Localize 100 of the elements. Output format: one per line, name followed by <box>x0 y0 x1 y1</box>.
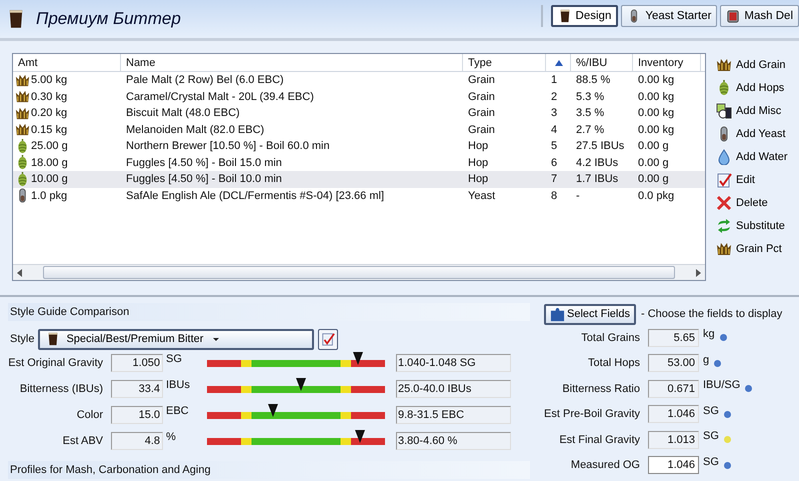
value-field: 33.4 <box>111 380 163 398</box>
range-field: 25.0-40.0 IBUs <box>396 380 511 398</box>
unit-label: SG <box>702 456 719 468</box>
ingredient-row[interactable]: 5.00 kg Pale Malt (2 Row) Bel (6.0 EBC) Grain 1 88.5 % 0.00 kg <box>13 72 705 88</box>
beer-glass-icon <box>558 9 572 23</box>
stat-label: Bitterness Ratio <box>561 382 641 395</box>
value-field: 4.8 <box>111 432 163 450</box>
ingredient-row[interactable]: 18.00 g Fuggles [4.50 %] - Boil 15.0 min Hop 6 4.2 IBUs 0.00 g <box>13 154 705 171</box>
value-field: 5.65 <box>648 328 699 347</box>
table-cell: 0.00 kg <box>638 124 674 136</box>
column-header[interactable]: %/IBU <box>571 54 633 71</box>
action-link[interactable]: Add Misc <box>714 101 790 121</box>
checklist-icon <box>716 172 732 188</box>
wheat-icon <box>15 89 30 104</box>
table-cell: 0.15 kg <box>31 124 68 136</box>
table-cell: 18.00 g <box>31 156 68 169</box>
table-cell: 5.00 kg <box>31 74 68 86</box>
action-link[interactable]: Add Hops <box>714 78 790 98</box>
action-link[interactable]: Add Grain <box>714 55 790 75</box>
table-cell: Fuggles [4.50 %] - Boil 15.0 min <box>126 156 282 169</box>
sort-icon <box>555 60 563 66</box>
table-cell: Fuggles [4.50 %] - Boil 10.0 min <box>126 173 282 186</box>
table-cell: 8 <box>551 190 558 202</box>
table-cell: Biscuit Malt (48.0 EBC) <box>126 107 240 120</box>
input-field[interactable]: 1.046 <box>648 456 699 474</box>
table-cell: 7 <box>551 173 558 186</box>
table-cell: 1 <box>551 74 558 86</box>
table-cell: 25.00 g <box>31 140 68 152</box>
table-cell: 5 <box>551 140 558 152</box>
ingredient-row[interactable]: 0.30 kg Caramel/Crystal Malt - 20L (39.4 EBC) Grain 2 5.3 % 0.00 kg <box>13 88 705 105</box>
stat-label: Est Final Gravity <box>558 434 641 446</box>
unit-label: g <box>702 354 710 366</box>
gauge-label: Est Original Gravity <box>8 357 104 369</box>
wheat-icon <box>716 241 732 257</box>
table-cell: 0.20 kg <box>31 107 68 120</box>
gauge-label: Bitterness (IBUs) <box>18 383 104 395</box>
swap-arrows-icon <box>716 218 732 234</box>
gauge-label: Color <box>76 409 104 421</box>
column-header[interactable]: Type <box>463 54 546 71</box>
section-header: Profiles for Mash, Carbonation and Aging <box>8 461 530 479</box>
action-link[interactable]: Substitute <box>714 216 790 236</box>
action-link[interactable]: Add Water <box>714 147 790 167</box>
wheat-icon <box>15 72 30 88</box>
action-link[interactable]: Add Yeast <box>714 124 790 144</box>
style-check-button[interactable] <box>318 328 338 350</box>
table-cell: 6 <box>551 156 558 169</box>
table-cell: Grain <box>468 74 495 86</box>
table-cell: 4 <box>551 124 558 136</box>
hint-text: - Choose the fields to display <box>640 308 782 320</box>
ingredient-row[interactable]: 0.15 kg Melanoiden Malt (82.0 EBC) Grain 4 2.7 % 0.00 kg <box>13 122 705 138</box>
table-cell: 4.2 IBUs <box>576 156 618 169</box>
wheat-icon <box>15 122 30 138</box>
table-cell: Hop <box>468 140 488 152</box>
view-tab[interactable]: Mash Del <box>720 5 799 27</box>
beer-glass-icon <box>46 332 60 346</box>
unit-label: EBC <box>165 405 190 417</box>
horizontal-scrollbar[interactable] <box>13 264 705 280</box>
ingredient-row[interactable]: 25.00 g Northern Brewer [10.50 %] - Boil 60.0 min Hop 5 27.5 IBUs 0.00 g <box>13 138 705 154</box>
table-cell: 0.00 g <box>638 173 669 186</box>
water-drop-icon <box>716 149 732 165</box>
column-header[interactable]: Amt <box>13 54 121 71</box>
table-cell: 10.00 g <box>31 173 68 186</box>
ingredient-row[interactable]: 0.20 kg Biscuit Malt (48.0 EBC) Grain 3 3.5 % 0.00 kg <box>13 105 705 122</box>
unit-label: SG <box>702 404 719 416</box>
table-cell: Hop <box>468 173 488 186</box>
table-cell: 2.7 % <box>576 124 604 136</box>
ingredient-row[interactable]: 1.0 pkg SafAle English Ale (DCL/Fermentis #S-04) [23.66 ml] Yeast 8 - 0.0 pkg <box>13 188 705 204</box>
gauge-label: Est ABV <box>62 435 104 447</box>
table-cell: Grain <box>468 90 495 103</box>
ingredient-row[interactable]: 10.00 g Fuggles [4.50 %] - Boil 10.0 min Hop 7 1.7 IBUs 0.00 g <box>13 171 705 188</box>
style-dropdown[interactable]: Special/Best/Premium Bitter <box>38 328 314 350</box>
column-header[interactable]: Name <box>121 54 463 71</box>
unit-label: IBU/SG <box>702 379 740 391</box>
stat-label: Total Hops <box>587 357 641 370</box>
unit-label: kg <box>702 328 715 340</box>
table-cell: 0.00 kg <box>638 107 674 120</box>
recipe-title: Премиум Биттер <box>36 9 181 29</box>
table-cell: 0.00 g <box>638 156 669 169</box>
table-cell: 0.00 kg <box>638 90 674 103</box>
view-tab[interactable]: Yeast Starter <box>621 5 718 27</box>
stat-label: Est Pre-Boil Gravity <box>544 408 641 420</box>
table-cell: Northern Brewer [10.50 %] - Boil 60.0 min <box>126 140 330 152</box>
caret-icon <box>213 338 220 340</box>
table-cell: 0.00 kg <box>638 74 674 86</box>
select-fields-button[interactable]: Select Fields <box>544 304 636 324</box>
jar-icon <box>716 103 732 119</box>
puzzle-icon <box>550 306 565 322</box>
table-cell: 0.00 g <box>638 140 669 152</box>
value-field: 1.046 <box>648 405 699 424</box>
column-header[interactable]: Inventory <box>633 54 701 71</box>
unit-label: SG <box>165 353 183 365</box>
action-link[interactable]: Delete <box>714 193 790 213</box>
value-field: 0.671 <box>648 380 699 398</box>
action-link[interactable]: Grain Pct <box>714 239 790 259</box>
wheat-icon <box>15 106 30 121</box>
view-tab[interactable]: Design <box>550 5 618 27</box>
action-link[interactable]: Edit <box>714 170 790 190</box>
table-cell: 3 <box>551 107 558 120</box>
table-cell: 0.30 kg <box>31 90 68 103</box>
range-field: 9.8-31.5 EBC <box>396 406 511 424</box>
